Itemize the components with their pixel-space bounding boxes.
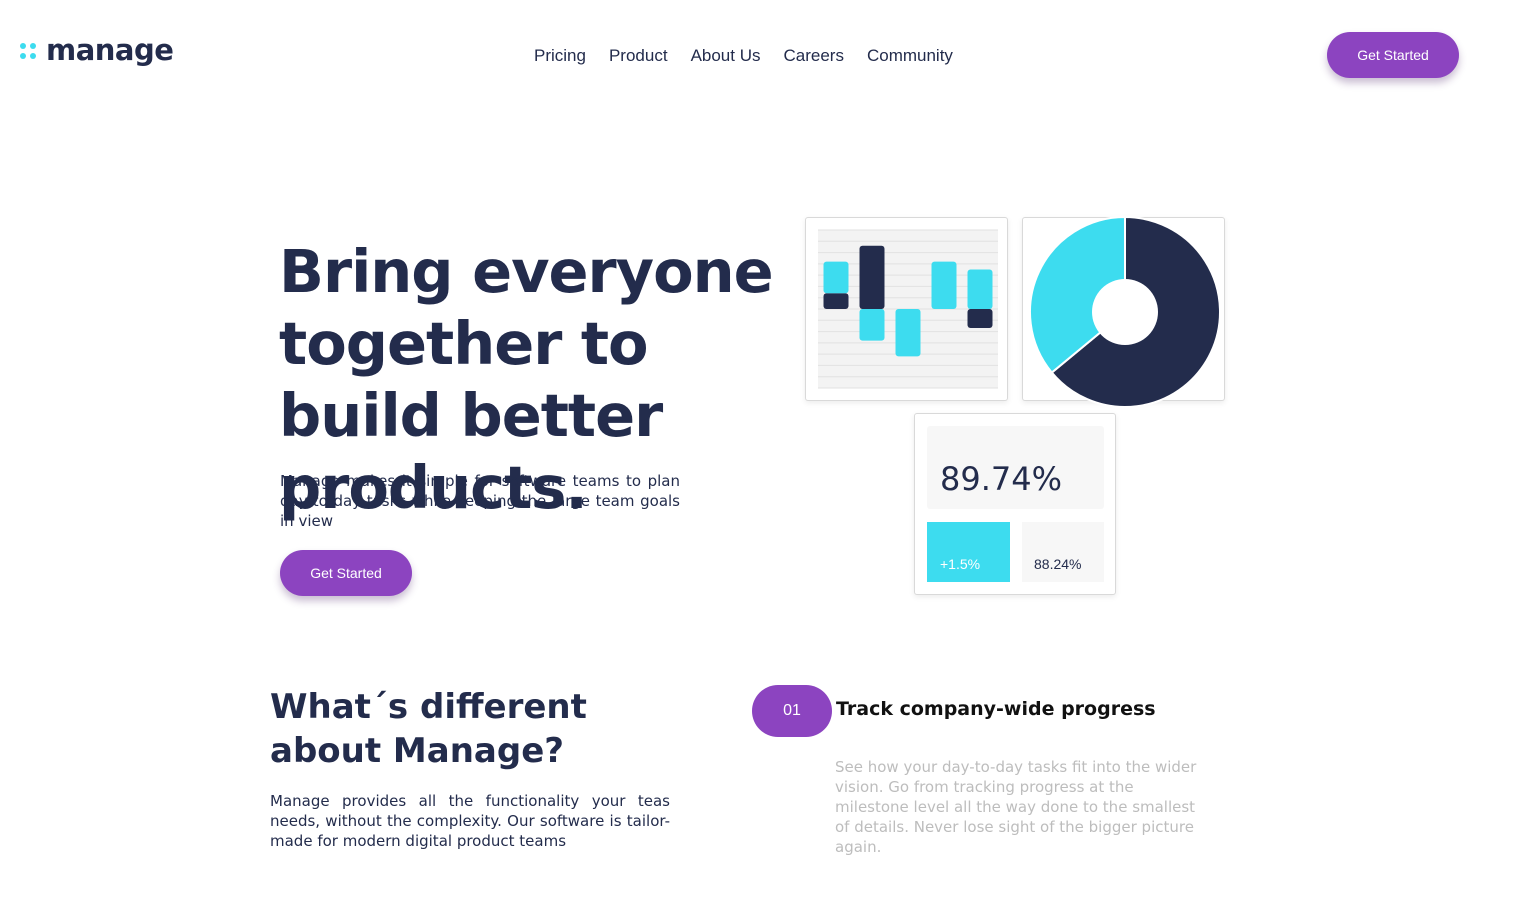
hero-description: Manage makes it simple for software team… [280,472,680,530]
nav-link-about-us[interactable]: About Us [691,46,761,66]
bar [931,261,957,309]
logo-dots-icon [20,42,36,59]
hero-get-started-button[interactable]: Get Started [280,550,412,596]
donut-chart-card [1022,215,1225,408]
main-stat-value: 89.74% [940,460,1063,498]
main-nav: Pricing Product About Us Careers Communi… [534,46,976,66]
bar-chart [818,229,998,389]
logo[interactable]: manage [20,33,174,67]
header-get-started-button[interactable]: Get Started [1327,32,1459,78]
bar [859,309,885,341]
secondary-stat-value: 88.24% [1034,556,1082,572]
section-title: What´s different about Manage? [270,687,587,771]
bar [967,269,993,309]
feature-title: Track company-wide progress [836,698,1156,720]
feature-number-badge: 01 [752,685,832,737]
main-stat-panel: 89.74% [927,426,1104,509]
donut-chart [1029,215,1221,408]
bar [859,245,885,309]
bar [823,293,849,309]
change-stat-panel: +1.5% [927,522,1010,582]
bar [895,309,921,357]
bar [967,309,993,328]
nav-link-pricing[interactable]: Pricing [534,46,586,66]
feature-description: See how your day-to-day tasks fit into t… [835,758,1197,856]
nav-link-product[interactable]: Product [609,46,668,66]
section-description: Manage provides all the functionality yo… [270,792,670,850]
bar-chart-card [805,217,1008,401]
nav-link-careers[interactable]: Careers [784,46,844,66]
donut-hole [1092,279,1158,345]
bar [823,261,849,294]
logo-text: manage [46,33,174,67]
nav-link-community[interactable]: Community [867,46,953,66]
secondary-stat-panel: 88.24% [1022,522,1104,582]
stats-card: 89.74% +1.5% 88.24% [914,413,1116,595]
change-stat-value: +1.5% [940,556,981,572]
